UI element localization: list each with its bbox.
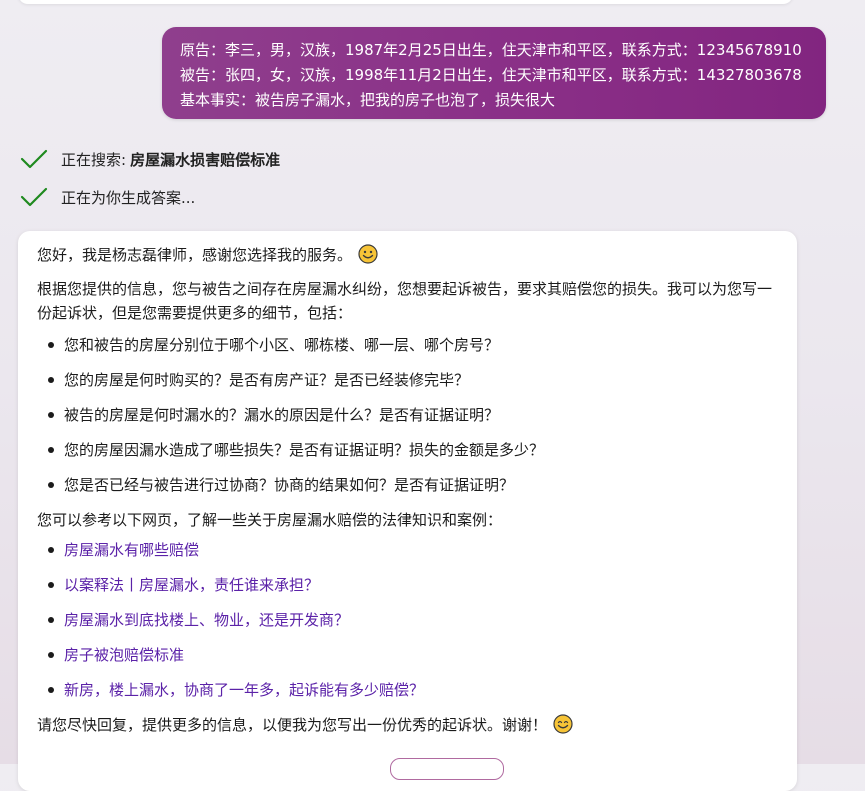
list-item: 您是否已经与被告进行过协商？协商的结果如何？是否有证据证明？	[37, 473, 779, 508]
question-text: 您的房屋因漏水造成了哪些损失？是否有证据证明？损失的金额是多少？	[64, 441, 545, 459]
smiling-face-emoji-icon	[358, 244, 378, 264]
reference-link[interactable]: 房屋漏水有哪些赔偿	[64, 541, 199, 559]
answer-intro: 根据您提供的信息，您与被告之间存在房屋漏水纠纷，您想要起诉被告，要求其赔偿您的损…	[37, 280, 773, 322]
status-search-query: 房屋漏水损害赔偿标准	[130, 150, 281, 169]
reference-link-list: 房屋漏水有哪些赔偿 以案释法丨房屋漏水，责任谁来承担？ 房屋漏水到底找楼上、物业…	[37, 538, 779, 713]
question-text: 被告的房屋是何时漏水的？漏水的原因是什么？是否有证据证明？	[64, 406, 500, 424]
reference-link[interactable]: 房屋漏水到底找楼上、物业，还是开发商？	[64, 611, 349, 629]
smiling-face-emoji-icon	[553, 714, 573, 734]
status-searching: 正在搜索: 房屋漏水损害赔偿标准	[20, 145, 280, 173]
question-text: 您的房屋是何时购买的？是否有房产证？是否已经装修完毕？	[64, 371, 470, 389]
check-icon	[20, 149, 48, 169]
answer-greeting-text: 您好，我是杨志磊律师，感谢您选择我的服务。	[37, 246, 353, 264]
list-item: 被告的房屋是何时漏水的？漏水的原因是什么？是否有证据证明？	[37, 403, 779, 438]
assistant-answer-card: 您好，我是杨志磊律师，感谢您选择我的服务。 根据您提供的信息，您与被告之间存在房…	[18, 231, 797, 791]
question-text: 您和被告的房屋分别位于哪个小区、哪栋楼、哪一层、哪个房号？	[64, 336, 500, 354]
reference-link[interactable]: 以案释法丨房屋漏水，责任谁来承担？	[64, 576, 319, 594]
previous-message-card	[18, 0, 793, 4]
question-list: 您和被告的房屋分别位于哪个小区、哪栋楼、哪一层、哪个房号？ 您的房屋是何时购买的…	[37, 333, 779, 508]
answer-closing: 请您尽快回复，提供更多的信息，以便我为您写出一份优秀的起诉状。谢谢！	[37, 713, 779, 737]
status-generating-label: 正在为你生成答案...	[61, 188, 196, 207]
check-icon	[20, 187, 48, 207]
question-text: 您是否已经与被告进行过协商？协商的结果如何？是否有证据证明？	[64, 476, 515, 494]
suggestion-chip[interactable]	[390, 758, 504, 780]
status-searching-label: 正在搜索:	[61, 150, 127, 169]
list-item: 您的房屋是何时购买的？是否有房产证？是否已经装修完毕？	[37, 368, 779, 403]
reference-link[interactable]: 新房，楼上漏水，协商了一年多，起诉能有多少赔偿？	[64, 681, 424, 699]
list-item: 房屋漏水到底找楼上、物业，还是开发商？	[37, 608, 779, 643]
links-intro: 您可以参考以下网页，了解一些关于房屋漏水赔偿的法律知识和案例：	[37, 511, 503, 529]
user-message-bubble: 原告：李三，男，汉族，1987年2月25日出生，住天津市和平区，联系方式：123…	[162, 27, 826, 119]
reference-link[interactable]: 房子被泡赔偿标准	[64, 646, 184, 664]
answer-greeting: 您好，我是杨志磊律师，感谢您选择我的服务。	[37, 243, 779, 267]
list-item: 房子被泡赔偿标准	[37, 643, 779, 678]
list-item: 您和被告的房屋分别位于哪个小区、哪栋楼、哪一层、哪个房号？	[37, 333, 779, 368]
list-item: 房屋漏水有哪些赔偿	[37, 538, 779, 573]
user-message-line-defendant: 被告：张四，女，汉族，1998年11月2日出生，住天津市和平区，联系方式：143…	[180, 66, 802, 84]
user-message-line-plaintiff: 原告：李三，男，汉族，1987年2月25日出生，住天津市和平区，联系方式：123…	[180, 41, 802, 59]
status-generating: 正在为你生成答案...	[20, 183, 195, 211]
list-item: 以案释法丨房屋漏水，责任谁来承担？	[37, 573, 779, 608]
user-message-line-facts: 基本事实：被告房子漏水，把我的房子也泡了，损失很大	[180, 91, 556, 109]
list-item: 新房，楼上漏水，协商了一年多，起诉能有多少赔偿？	[37, 678, 779, 713]
answer-closing-text: 请您尽快回复，提供更多的信息，以便我为您写出一份优秀的起诉状。谢谢！	[37, 716, 548, 734]
list-item: 您的房屋因漏水造成了哪些损失？是否有证据证明？损失的金额是多少？	[37, 438, 779, 473]
